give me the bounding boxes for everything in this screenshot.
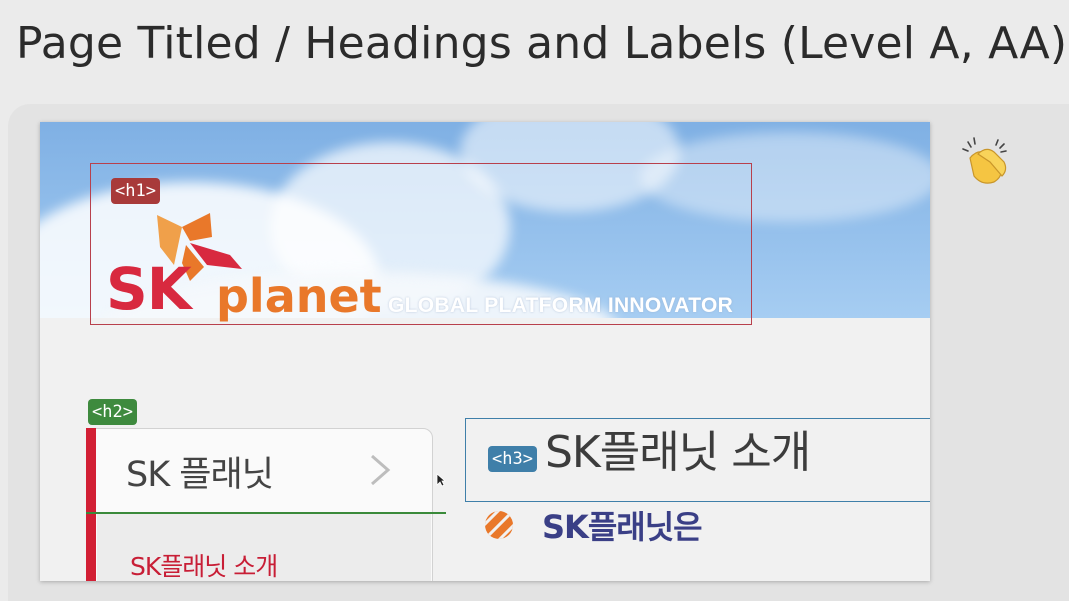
mouse-cursor-icon [436, 473, 446, 487]
slide-title: Page Titled / Headings and Labels (Level… [16, 18, 1068, 69]
h3-tag-label: <h3> [488, 446, 537, 472]
logo-planet-text: planet [216, 269, 382, 323]
striped-circle-icon [485, 511, 513, 539]
nav-item-sk-planet[interactable]: SK 플래닛 [126, 446, 274, 497]
clapping-hands-icon[interactable] [960, 136, 1010, 186]
nav-subitem-sk-planet-intro[interactable]: SK플래닛 소개 [130, 547, 278, 581]
h1-tag-label: <h1> [111, 178, 160, 204]
content-subheading: SK플래닛은 [542, 508, 703, 546]
chevron-right-icon[interactable] [364, 452, 394, 488]
content-heading: SK플래닛 소개 [545, 427, 811, 478]
h2-highlight-line [86, 512, 446, 514]
nav-active-bar [86, 428, 96, 581]
logo-tagline: GLOBAL PLATFORM INNOVATOR [388, 294, 734, 317]
website-screenshot: SK planet GLOBAL PLATFORM INNOVATOR SK 플… [40, 122, 930, 581]
h2-tag-label: <h2> [88, 399, 137, 425]
logo-sk-text: SK [106, 255, 192, 323]
